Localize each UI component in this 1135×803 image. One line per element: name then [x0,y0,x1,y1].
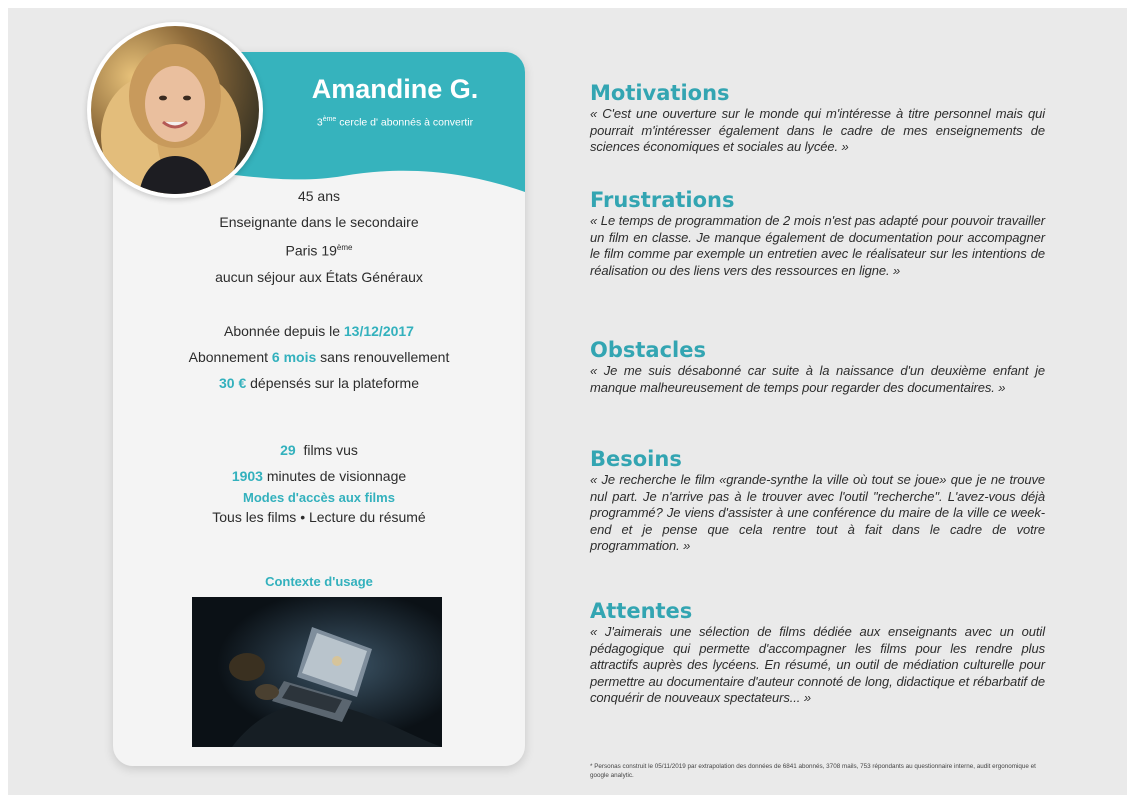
motivations-text: « C'est une ouverture sur le monde qui m… [590,106,1045,155]
spent-label: dépensés sur la plateforme [246,375,419,391]
subscribed-date: 13/12/2017 [343,323,414,339]
frustrations-section: Frustrations « Le temps de programmation… [590,187,1045,279]
besoins-section: Besoins « Je recherche le film «grande-s… [590,446,1045,555]
persona-segment: 3ème cercle d' abonnés à convertir [282,116,508,129]
films-label: films vus [295,442,358,458]
besoins-text: « Je recherche le film «grande-synthe la… [590,472,1045,554]
amount-spent: 30 € dépensés sur la plateforme [113,370,525,396]
avatar-photo [91,26,259,194]
access-modes-title: Modes d'accès aux films [243,490,395,505]
subscription-plan: Abonnement 6 mois sans renouvellement [113,344,525,370]
segment-ordinal: ème [322,116,337,123]
city-ordinal: ème [336,243,353,252]
persona-visits: aucun séjour aux États Généraux [215,268,423,285]
besoins-title: Besoins [590,447,682,471]
bullet-separator: • [300,509,306,525]
obstacles-title: Obstacles [590,338,706,362]
footnote: * Personas construit le 05/11/2019 par e… [590,763,1036,779]
persona-city: Paris 19ème [113,235,525,264]
access-mode-all-films: Tous les films [212,509,297,525]
frustrations-title: Frustrations [590,188,735,212]
laptop-in-dark-image [192,597,442,747]
minutes-count: 1903 [231,468,263,484]
plan-renewal: sans renouvellement [316,349,450,365]
persona-name: Amandine G. [311,74,479,104]
subscribed-label: Abonnée depuis le [224,323,344,339]
obstacles-text: « Je me suis désabonné car suite à la na… [590,363,1045,395]
segment-label: cercle d' abonnés à convertir [336,116,474,129]
city-name: Paris 19 [285,242,337,259]
motivations-section: Motivations « C'est une ouverture sur le… [590,80,1045,156]
attentes-section: Attentes « J'aimerais une sélection de f… [590,598,1045,707]
viewing-minutes: 1903 minutes de visionnage [113,463,525,489]
persona-job: Enseignante dans le secondaire [219,214,419,230]
access-modes: Tous les films • Lecture du résumé [113,507,525,527]
minutes-label: minutes de visionnage [262,468,407,484]
films-count: 29 [280,442,296,458]
avatar [87,22,263,198]
context-photo [192,597,442,747]
persona-usage: 29 films vus 1903 minutes de visionnage … [113,437,525,527]
motivations-title: Motivations [590,81,730,105]
spent-amount: 30 € [218,375,247,391]
obstacles-section: Obstacles « Je me suis désabonné car sui… [590,337,1045,396]
persona-demographics: 45 ans Enseignante dans le secondaire Pa… [113,183,525,290]
films-watched: 29 films vus [113,437,525,463]
plan-duration: 6 mois [271,349,317,365]
attentes-text: « J'aimerais une sélection de films dédi… [590,624,1045,706]
plan-label: Abonnement [188,349,272,365]
attentes-title: Attentes [590,599,693,623]
context-title: Contexte d'usage [265,574,373,589]
subscribed-since: Abonnée depuis le 13/12/2017 [113,318,525,344]
persona-age: 45 ans [297,188,341,204]
context-section: Contexte d'usage [113,574,525,589]
frustrations-text: « Le temps de programmation de 2 mois n'… [590,213,1045,278]
access-mode-summary: Lecture du résumé [308,509,426,525]
persona-subscription: Abonnée depuis le 13/12/2017 Abonnement … [113,318,525,396]
